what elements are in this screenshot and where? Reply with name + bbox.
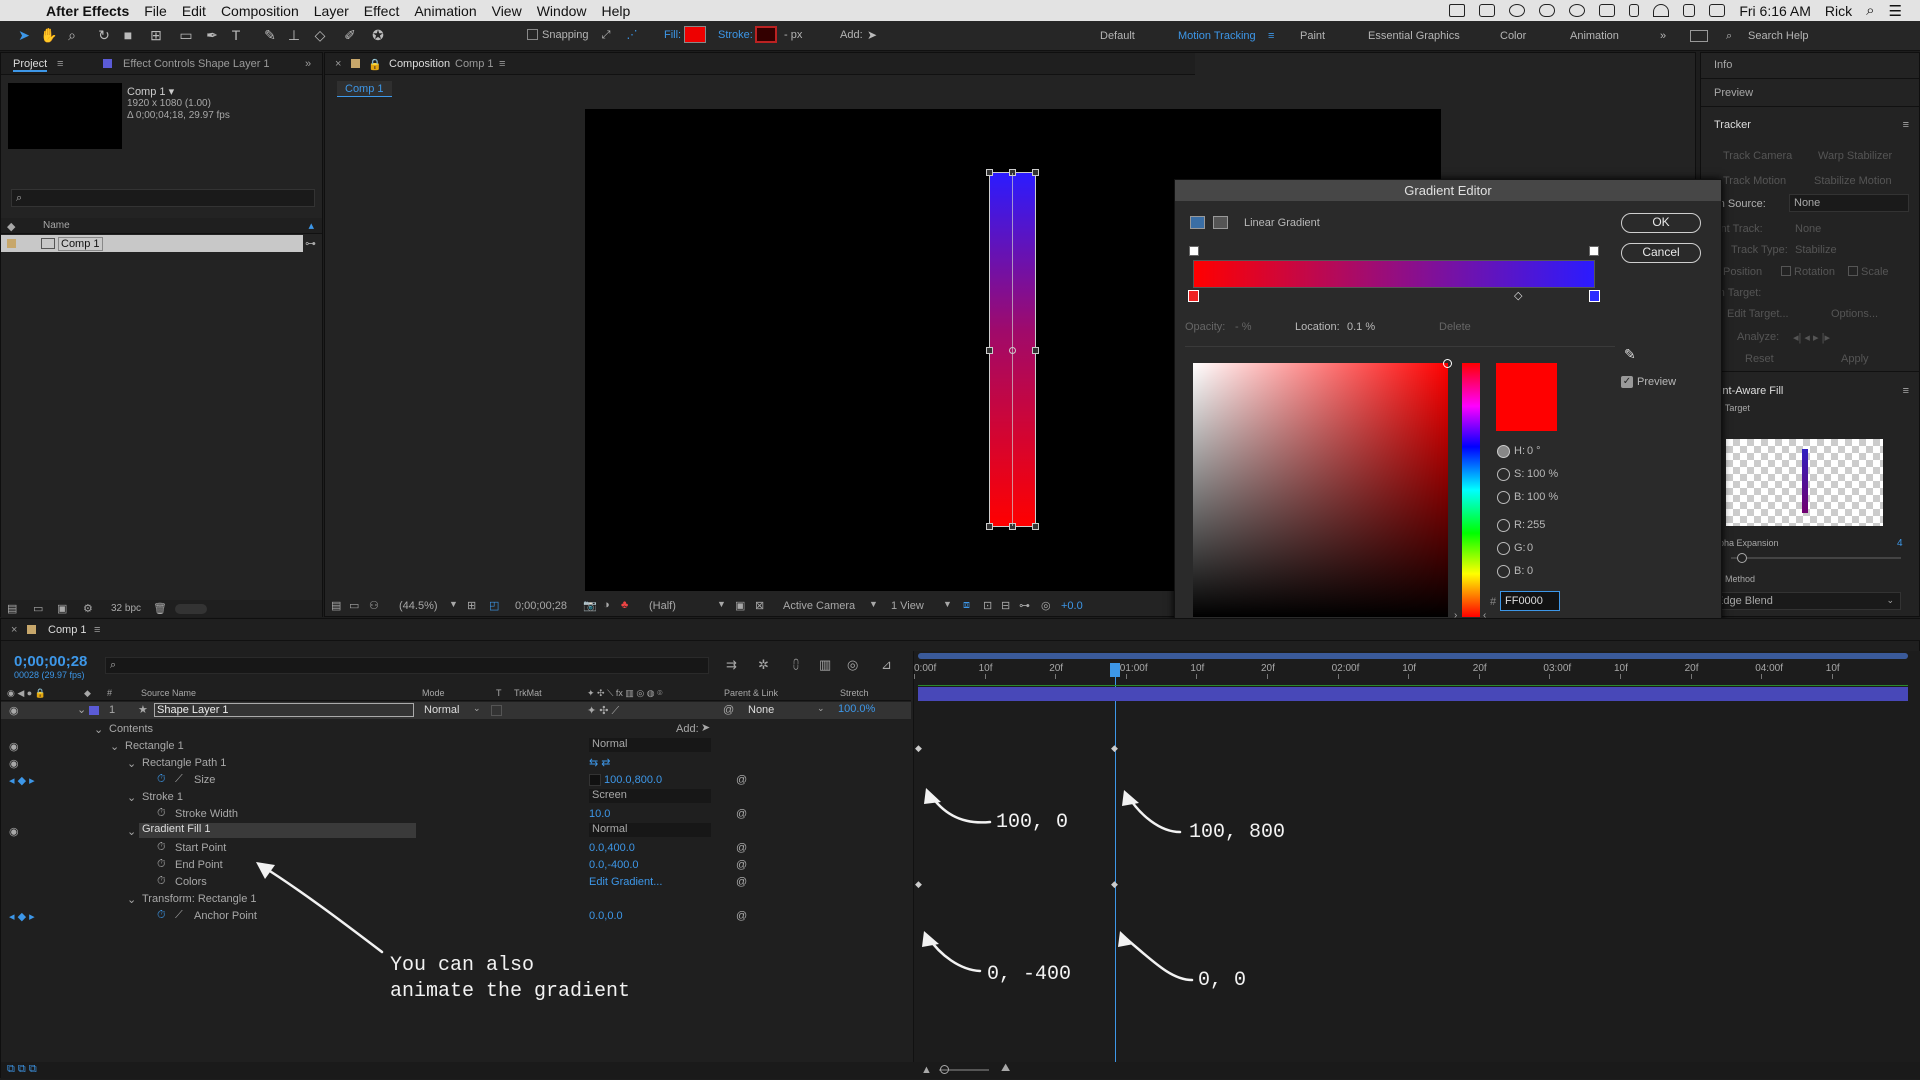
annotation-size-end: 100, 800	[1189, 821, 1286, 844]
arrow-line	[1122, 935, 1194, 982]
arrow-line	[928, 792, 992, 824]
arrowhead	[924, 788, 941, 804]
annotation-anchor-end: 0, 0	[1198, 969, 1247, 992]
arrowhead	[922, 931, 939, 947]
annotation-size-start: 100, 0	[996, 811, 1069, 834]
arrowhead	[256, 862, 275, 879]
arrow-line	[260, 864, 384, 954]
annotation-arrows	[256, 788, 1194, 982]
arrowhead	[1122, 790, 1139, 806]
annotation-anchor-start: 0, -400	[987, 963, 1072, 986]
annotation-note: You can also animate the gradient	[390, 954, 631, 1003]
